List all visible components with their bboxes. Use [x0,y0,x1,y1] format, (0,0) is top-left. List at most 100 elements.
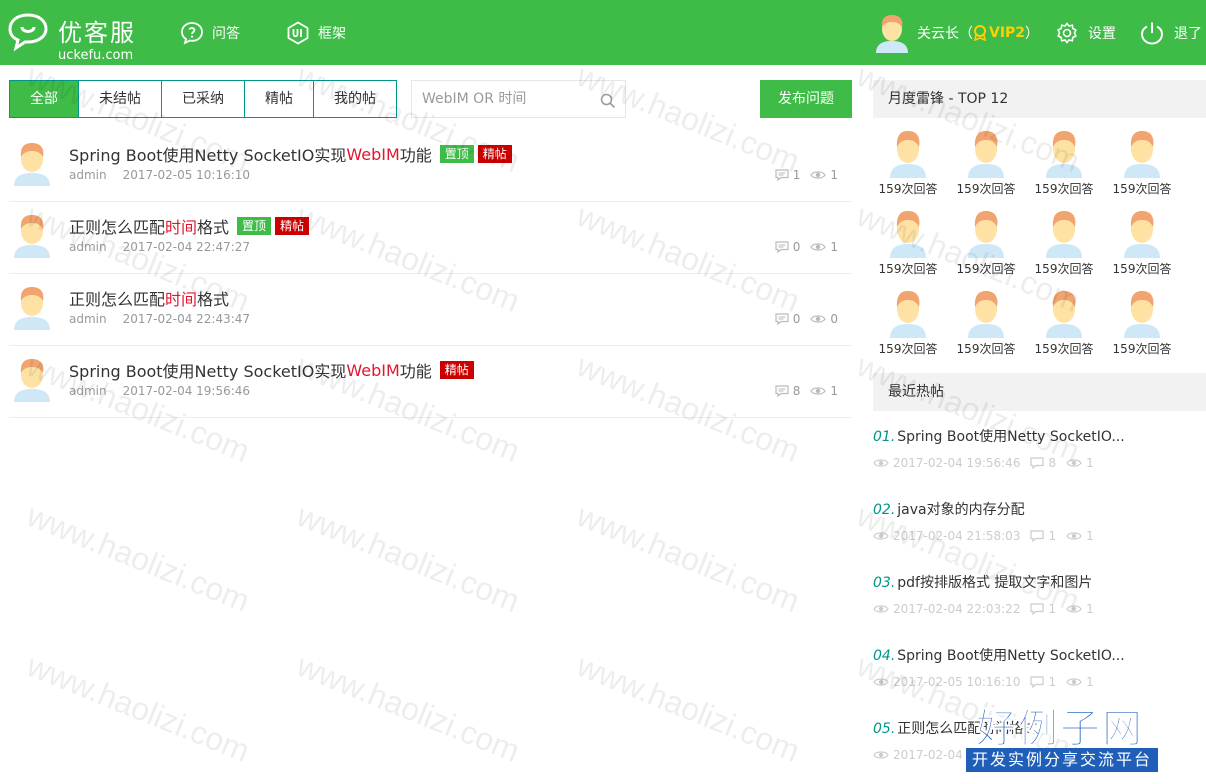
brand-title: 好例子网 [976,705,1144,753]
eye-icon [873,678,889,686]
user-avatar-icon [1124,211,1160,258]
hot-post-title[interactable]: 02. java对象的内存分配 [873,499,1193,519]
top-helper[interactable]: 159次回答 [1107,208,1177,277]
hot-post-time: 2017-02-04 [893,748,963,762]
settings-button[interactable]: 设置 [1056,20,1116,46]
post-title[interactable]: Spring Boot使用Netty SocketIO实现 WebIM 功能 置顶精… [69,142,512,166]
eye-icon [1066,678,1082,686]
user-avatar-icon [14,215,50,258]
hot-post-meta: 2017-02-05 10:16:10 1 1 [873,675,1193,689]
publish-question-button[interactable]: 发布问题 [760,80,852,118]
top-helper[interactable]: 159次回答 [873,288,943,357]
hot-post-title[interactable]: 03. pdf按排版格式 提取文字和图片 [873,572,1193,592]
user-avatar-icon [890,211,926,258]
top-helper[interactable]: 159次回答 [1107,128,1177,197]
answer-count: 159次回答 [956,262,1016,276]
watermark-text: www.haolizi.com [292,497,525,620]
hot-post-rank: 05. [873,721,896,737]
watermark-text: www.haolizi.com [572,647,805,770]
top-helper[interactable]: 159次回答 [951,288,1021,357]
hot-post-item[interactable]: 04. Spring Boot使用Netty SocketIO... 2017-02… [873,645,1193,689]
hot-post-time: 2017-02-04 21:58:03 [893,529,1021,543]
post-item[interactable]: Spring Boot使用Netty SocketIO实现 WebIM 功能 置顶精… [9,130,852,202]
post-meta: admin 2017-02-04 22:43:47 [69,312,250,326]
hot-post-item[interactable]: 02. java对象的内存分配 2017-02-04 21:58:03 1 1 [873,499,1193,543]
top-helper[interactable]: 159次回答 [1029,208,1099,277]
tab-featured[interactable]: 精帖 [245,81,314,117]
post-author[interactable]: admin [69,312,107,326]
nav-framework[interactable]: 框架 [286,20,346,46]
eye-icon [810,171,827,179]
tab-mine[interactable]: 我的帖 [314,81,396,117]
settings-label: 设置 [1088,26,1116,42]
post-time: 2017-02-04 22:47:27 [122,240,251,254]
user-avatar-icon [968,211,1004,258]
hot-post-views: 1 [1086,529,1094,543]
hot-post-title[interactable]: 04. Spring Boot使用Netty SocketIO... [873,645,1193,665]
tab-all[interactable]: 全部 [10,81,79,117]
top-helper[interactable]: 159次回答 [1107,288,1177,357]
post-title[interactable]: 正则怎么匹配 时间 格式 置顶 精帖 [69,214,310,238]
logo[interactable]: 优客服 uckefu.com [8,12,148,62]
vip-level: VIP2 [989,25,1026,41]
user-name: 关云长（ [917,26,973,42]
post-stats: 1 1 [765,168,838,182]
hot-post-replies: 1 [1048,675,1057,689]
tab-accepted[interactable]: 已采纳 [162,81,245,117]
user-avatar-icon [1046,211,1082,258]
reply-count: 1 [792,168,801,182]
post-author[interactable]: admin [69,240,107,254]
tab-unsolved[interactable]: 未结帖 [79,81,162,117]
search-box [411,80,626,118]
eye-icon [873,459,889,467]
post-item[interactable]: 正则怎么匹配 时间 格式 置顶 精帖 admin 2017-02-04 22:47:27… [9,202,852,274]
logo-domain: uckefu.com [58,48,134,63]
user-menu[interactable]: 关云长（ VIP2 ） [875,12,1039,54]
post-author[interactable]: admin [69,168,107,182]
post-item[interactable]: Spring Boot使用Netty SocketIO实现 WebIM 功能 精帖 … [9,346,852,418]
hot-post-rank: 01. [873,429,896,445]
post-title[interactable]: 正则怎么匹配 时间 格式 [69,286,229,310]
top-helper[interactable]: 159次回答 [1029,128,1099,197]
comment-icon [775,313,789,325]
search-input[interactable] [412,81,592,117]
answer-count: 159次回答 [878,182,938,196]
view-count: 0 [830,312,838,326]
top-helper[interactable]: 159次回答 [873,208,943,277]
top-helper[interactable]: 159次回答 [951,128,1021,197]
hot-post-time: 2017-02-05 10:16:10 [893,675,1021,689]
user-avatar-icon [968,131,1004,178]
hot-post-views: 1 [1086,675,1094,689]
post-item[interactable]: 正则怎么匹配 时间 格式 admin 2017-02-04 22:43:47 0 0 [9,274,852,346]
logo-chat-icon [8,13,48,52]
power-icon [1140,22,1164,45]
post-stats: 8 1 [765,384,838,398]
nav-questions[interactable]: 问答 [180,20,240,46]
ui-framework-icon [287,21,309,45]
user-avatar-icon [890,291,926,338]
hot-posts-header: 最近热帖 [873,373,1206,411]
hot-post-title[interactable]: 01. Spring Boot使用Netty SocketIO... [873,426,1193,446]
logout-button[interactable]: 退了 [1140,20,1202,46]
post-title[interactable]: Spring Boot使用Netty SocketIO实现 WebIM 功能 精帖 [69,358,474,382]
hot-post-meta: 2017-02-04 21:58:03 1 1 [873,529,1193,543]
top-helper[interactable]: 159次回答 [951,208,1021,277]
badge-featured: 精帖 [439,361,474,379]
hot-post-item[interactable]: 01. Spring Boot使用Netty SocketIO... 2017-02… [873,426,1193,470]
user-avatar-icon [890,131,926,178]
hot-post-item[interactable]: 03. pdf按排版格式 提取文字和图片 2017-02-04 22:03:22 1 1 [873,572,1193,616]
comment-icon [1030,457,1045,469]
answer-count: 159次回答 [956,182,1016,196]
hot-post-replies: 1 [1048,529,1057,543]
top-helper[interactable]: 159次回答 [873,128,943,197]
post-author[interactable]: admin [69,384,107,398]
answer-count: 159次回答 [1034,182,1094,196]
top-helper[interactable]: 159次回答 [1029,288,1099,357]
search-icon[interactable] [600,93,616,109]
badge-pinned: 置顶 [439,145,474,163]
post-time: 2017-02-04 19:56:46 [122,384,251,398]
post-time: 2017-02-04 22:43:47 [122,312,251,326]
eye-icon [810,387,827,395]
view-count: 1 [830,168,838,182]
answer-count: 159次回答 [1112,342,1172,356]
